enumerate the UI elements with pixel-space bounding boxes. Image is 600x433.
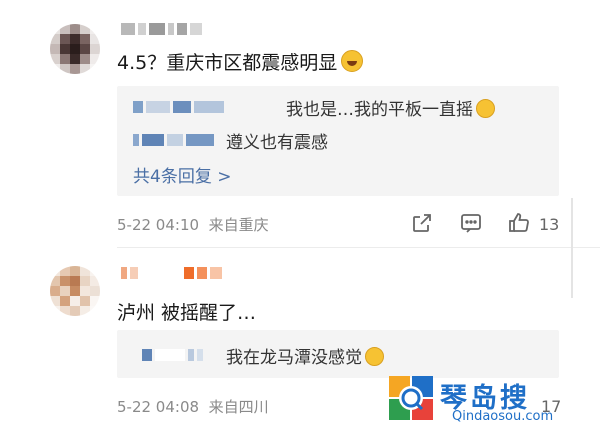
- reply-username-obscured[interactable]: [133, 133, 214, 147]
- laughing-emoji-icon: [476, 99, 495, 118]
- laughing-emoji-icon: [341, 50, 364, 72]
- watermark-url: Qindaosou.com: [452, 409, 554, 424]
- username-obscured[interactable]: [121, 22, 202, 36]
- timestamp: 5-22 04:08 来自四川: [117, 398, 269, 416]
- comment-icon[interactable]: [459, 211, 483, 235]
- username-obscured[interactable]: [121, 266, 222, 280]
- like-count: 13: [539, 215, 560, 234]
- comment-divider: [117, 247, 600, 248]
- reply-text: 遵义也有震感: [226, 133, 328, 153]
- timestamp: 5-22 04:10 来自重庆: [117, 216, 269, 234]
- reply-text: 我在龙马潭没感觉: [226, 343, 384, 368]
- reply-text: 我也是…我的平板一直摇: [286, 95, 495, 120]
- scrollbar[interactable]: [571, 198, 573, 298]
- reply-username-obscured[interactable]: [133, 100, 224, 114]
- comment-text: 4.5？重庆市区都震感明显: [117, 48, 364, 75]
- watermark-logo-icon: [389, 376, 433, 420]
- avatar[interactable]: [50, 266, 100, 316]
- share-icon[interactable]: [410, 211, 434, 235]
- like-icon[interactable]: [507, 211, 531, 235]
- more-replies-link[interactable]: 共4条回复 >: [133, 162, 231, 187]
- avatar[interactable]: [50, 24, 100, 74]
- laughing-emoji-icon: [365, 347, 384, 366]
- comment-text: 泸州 被摇醒了…: [117, 302, 257, 324]
- reply-username-obscured[interactable]: [142, 348, 203, 362]
